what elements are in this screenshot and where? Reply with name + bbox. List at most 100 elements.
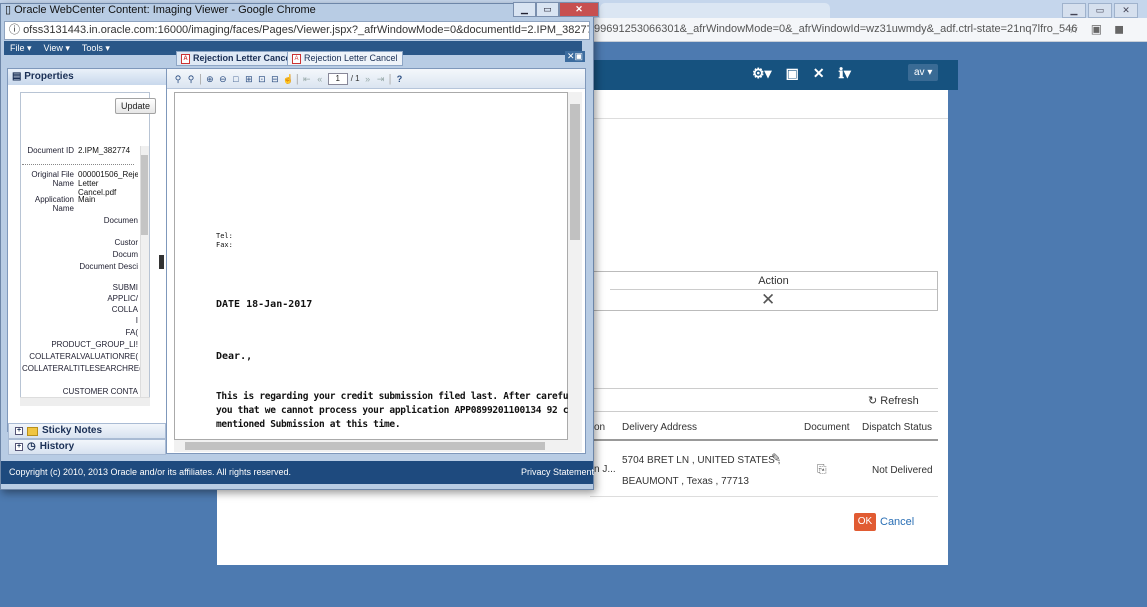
document-tab-label: Rejection Letter Cancel: [304, 53, 398, 63]
divider: [590, 118, 948, 119]
menu-tools[interactable]: Tools ▾: [82, 41, 110, 55]
property-label: FA(: [125, 328, 138, 337]
viewer-toolbar: ⚲ ⚲ | ⊕ ⊖ □ ⊞ ⊡ ⊟ ☝ | ⇤ « 1 / 1 » ⇥ | ?: [167, 69, 585, 89]
browser-window-controls: ▁ ▭ ✕: [1062, 3, 1138, 18]
last-page-icon[interactable]: ⇥: [376, 74, 386, 84]
history-label: History: [39, 441, 75, 452]
update-button[interactable]: Update: [115, 98, 157, 114]
select-icon[interactable]: □: [231, 74, 241, 84]
minimize-icon[interactable]: ▁: [513, 2, 536, 17]
close-icon[interactable]: ✕: [559, 2, 599, 17]
property-label: Application Name: [34, 195, 74, 213]
page-number-input[interactable]: 1: [327, 72, 348, 85]
edit-icon[interactable]: ✎: [771, 451, 781, 465]
window-controls: ▁ ▭ ✕: [513, 2, 599, 17]
user-menu[interactable]: av ▾: [908, 64, 939, 81]
menu-file[interactable]: File ▾: [10, 41, 32, 55]
grid-icon[interactable]: ⊞: [244, 74, 254, 84]
settings-icon[interactable]: ⚙▾: [752, 65, 772, 82]
fit-width-icon[interactable]: ⊟: [270, 74, 280, 84]
delete-icon[interactable]: ✕: [761, 291, 775, 308]
property-label: Document ID: [27, 146, 74, 155]
cancel-link[interactable]: Cancel: [880, 516, 914, 528]
star-icon[interactable]: ☆: [1068, 22, 1079, 36]
history-section[interactable]: + ◷ History: [8, 439, 166, 455]
next-page-icon[interactable]: »: [363, 74, 373, 84]
zoom-in-icon[interactable]: ⊕: [205, 74, 215, 84]
property-label: Docum: [112, 250, 138, 259]
panel-splitter-handle[interactable]: [159, 255, 164, 269]
browser-url: 99691253066301&_afrWindowMode=0&_afrWind…: [594, 23, 1078, 35]
find-icon[interactable]: ⚲: [173, 74, 183, 84]
sticky-notes-section[interactable]: + Sticky Notes: [8, 423, 166, 439]
folder-icon: [27, 426, 38, 436]
close-icon[interactable]: ✕: [1114, 3, 1138, 18]
tab-controls[interactable]: ✕▣: [565, 51, 586, 62]
extension-icon[interactable]: ▣: [1091, 22, 1102, 36]
maximize-icon[interactable]: ▭: [536, 2, 559, 17]
window-address-bar[interactable]: ⓘ ofss3131443.in.oracle.com:16000/imagin…: [4, 21, 590, 40]
property-label: Custor: [114, 238, 138, 247]
divider: [590, 388, 938, 389]
document-icon[interactable]: ⎘: [817, 462, 827, 477]
extension-icon[interactable]: ◼: [1114, 22, 1124, 36]
action-column-header: Action: [610, 272, 937, 290]
window-url: ofss3131443.in.oracle.com:16000/imaging/…: [23, 24, 590, 36]
fit-page-icon[interactable]: ⊡: [257, 74, 267, 84]
pdf-icon: A: [292, 53, 301, 64]
save-icon[interactable]: ▣: [786, 65, 799, 82]
doc-date: DATE 18-Jan-2017: [216, 299, 313, 310]
document-tab-label: Rejection Letter Cancel: [193, 53, 294, 63]
address-line2: BEAUMONT , Texas , 77713: [622, 476, 749, 487]
privacy-statement-link[interactable]: Privacy Statement: [521, 461, 594, 484]
property-label: Document Desci: [79, 262, 138, 271]
doc-tel: Tel:: [216, 232, 233, 240]
close-icon[interactable]: ✕: [813, 65, 825, 82]
user-name: av: [914, 67, 925, 78]
refresh-icon: ↻: [868, 395, 878, 407]
first-page-icon[interactable]: ⇤: [302, 74, 312, 84]
scrollbar-thumb[interactable]: [141, 155, 148, 235]
scrollbar-thumb[interactable]: [185, 442, 545, 450]
properties-icon: ▤: [12, 71, 22, 82]
pan-icon[interactable]: ☝: [283, 74, 294, 84]
property-label: PRODUCT_GROUP_LI!: [51, 340, 138, 349]
help-icon[interactable]: ?: [394, 74, 404, 84]
address-line1: 5704 BRET LN , UNITED STATES ,: [622, 455, 781, 466]
info-icon[interactable]: ℹ▾: [839, 65, 851, 82]
toolbar-divider: |: [295, 72, 299, 85]
property-label: Original File Name: [31, 170, 74, 188]
window-title-text: Oracle WebCenter Content: Imaging Viewer…: [14, 4, 316, 16]
property-label: CUSTOMER CONTA: [62, 387, 138, 396]
window-title: ▯ Oracle WebCenter Content: Imaging View…: [5, 2, 545, 19]
doc-line1: This is regarding your credit submission…: [216, 391, 568, 402]
property-value: Main: [78, 195, 96, 204]
properties-header[interactable]: ▤ Properties: [8, 69, 166, 85]
find-next-icon[interactable]: ⚲: [186, 74, 196, 84]
maximize-icon[interactable]: ▭: [1088, 3, 1112, 18]
divider: [22, 164, 134, 165]
property-value: 000001506_Reje Letter Cancel.pdf: [78, 170, 138, 197]
minimize-icon[interactable]: ▁: [1062, 3, 1086, 18]
property-label: COLLATERALTITLESEARCHRE(: [22, 364, 142, 373]
menu-view[interactable]: View ▾: [44, 41, 70, 55]
property-label: I: [135, 316, 138, 325]
ok-button[interactable]: OK: [854, 513, 876, 531]
property-label: COLLATERALVALUATIONRE(: [29, 352, 138, 361]
prev-page-icon[interactable]: «: [315, 74, 325, 84]
document-page[interactable]: [174, 92, 568, 440]
expand-icon[interactable]: +: [15, 443, 23, 451]
column-header-delivery-address: Delivery Address: [622, 422, 698, 433]
menu-bar: File ▾ View ▾ Tools ▾: [4, 41, 164, 55]
dispatch-status: Not Delivered: [872, 465, 933, 476]
doc-greeting: Dear.,: [216, 351, 253, 362]
browser-extensions: ☆ ▣ ◼: [1068, 22, 1124, 36]
property-label: COLLA: [111, 305, 138, 314]
header-toolbar: ⚙▾ ▣ ✕ ℹ▾: [752, 65, 851, 82]
properties-hscrollbar[interactable]: [20, 397, 150, 406]
expand-icon[interactable]: +: [15, 427, 23, 435]
document-tab[interactable]: A Rejection Letter Cancel: [287, 51, 403, 66]
refresh-button[interactable]: ↻ Refresh: [868, 394, 919, 407]
scrollbar-thumb[interactable]: [570, 104, 580, 240]
zoom-out-icon[interactable]: ⊖: [218, 74, 228, 84]
